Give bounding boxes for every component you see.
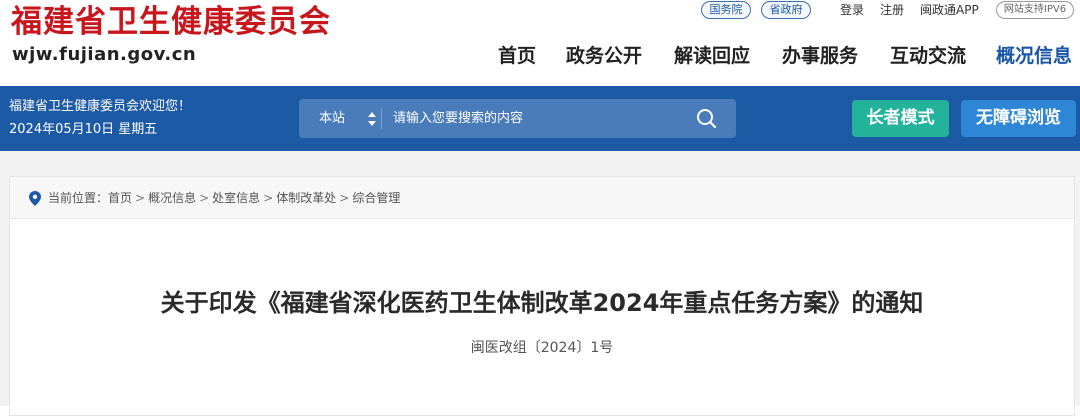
nav-home[interactable]: 首页: [498, 42, 536, 70]
mzt-app-link[interactable]: 闽政通APP: [920, 2, 979, 18]
elder-mode-button[interactable]: 长者模式: [852, 100, 949, 137]
login-link[interactable]: 登录: [840, 2, 864, 18]
nav-interaction[interactable]: 互动交流: [890, 42, 966, 70]
breadcrumb-separator: >: [339, 191, 350, 205]
search-box: 本站: [299, 99, 736, 138]
document-number: 闽医改组〔2024〕1号: [470, 340, 614, 356]
breadcrumb-department[interactable]: 处室信息: [212, 191, 260, 205]
provincial-gov-link[interactable]: 省政府: [761, 1, 811, 19]
breadcrumb-separator: >: [199, 191, 210, 205]
breadcrumb-trail: 当前位置：首页 > 概况信息 > 处室信息 > 体制改革处 > 综合管理: [48, 190, 400, 206]
site-logo-chinese[interactable]: 福建省卫生健康委员会: [11, 4, 331, 40]
nav-services[interactable]: 办事服务: [782, 42, 858, 70]
utility-bar: 福建省卫生健康委员会欢迎您！ 2024年05月10日 星期五 本站 长者模式 无…: [0, 86, 1080, 151]
site-header: 福建省卫生健康委员会 wjw.fujian.gov.cn 国务院 省政府 登录 …: [0, 0, 1080, 86]
welcome-text: 福建省卫生健康委员会欢迎您！: [9, 99, 192, 114]
site-logo-domain[interactable]: wjw.fujian.gov.cn: [12, 44, 196, 66]
accessible-browse-button[interactable]: 无障碍浏览: [961, 100, 1076, 137]
breadcrumb-separator: >: [135, 191, 146, 205]
nav-overview[interactable]: 概况信息: [996, 42, 1072, 70]
search-scope-label: 本站: [319, 111, 346, 126]
ipv6-badge: 网站支持IPV6: [996, 1, 1074, 19]
search-divider: [381, 108, 382, 129]
search-input[interactable]: [385, 103, 685, 134]
breadcrumb-general[interactable]: 综合管理: [352, 191, 400, 205]
breadcrumb-separator: >: [263, 191, 274, 205]
nav-gov-affairs[interactable]: 政务公开: [566, 42, 642, 70]
breadcrumb-reform-office[interactable]: 体制改革处: [276, 191, 336, 205]
article-title: 关于印发《福建省深化医药卫生体制改革2024年重点任务方案》的通知: [160, 289, 924, 317]
register-link[interactable]: 注册: [880, 2, 904, 18]
breadcrumb: 当前位置：首页 > 概况信息 > 处室信息 > 体制改革处 > 综合管理: [10, 177, 1074, 219]
breadcrumb-home[interactable]: 首页: [108, 191, 132, 205]
article-panel: 当前位置：首页 > 概况信息 > 处室信息 > 体制改革处 > 综合管理 关于印发《福建省深化医…: [9, 176, 1075, 416]
state-council-link[interactable]: 国务院: [701, 1, 751, 19]
breadcrumb-prefix: 当前位置：: [48, 191, 109, 205]
search-icon[interactable]: [692, 104, 722, 134]
breadcrumb-overview[interactable]: 概况信息: [148, 191, 196, 205]
updown-arrows-icon: [368, 112, 376, 126]
location-pin-icon: [29, 191, 41, 206]
nav-interpretation[interactable]: 解读回应: [674, 42, 750, 70]
current-date: 2024年05月10日 星期五: [9, 122, 158, 137]
